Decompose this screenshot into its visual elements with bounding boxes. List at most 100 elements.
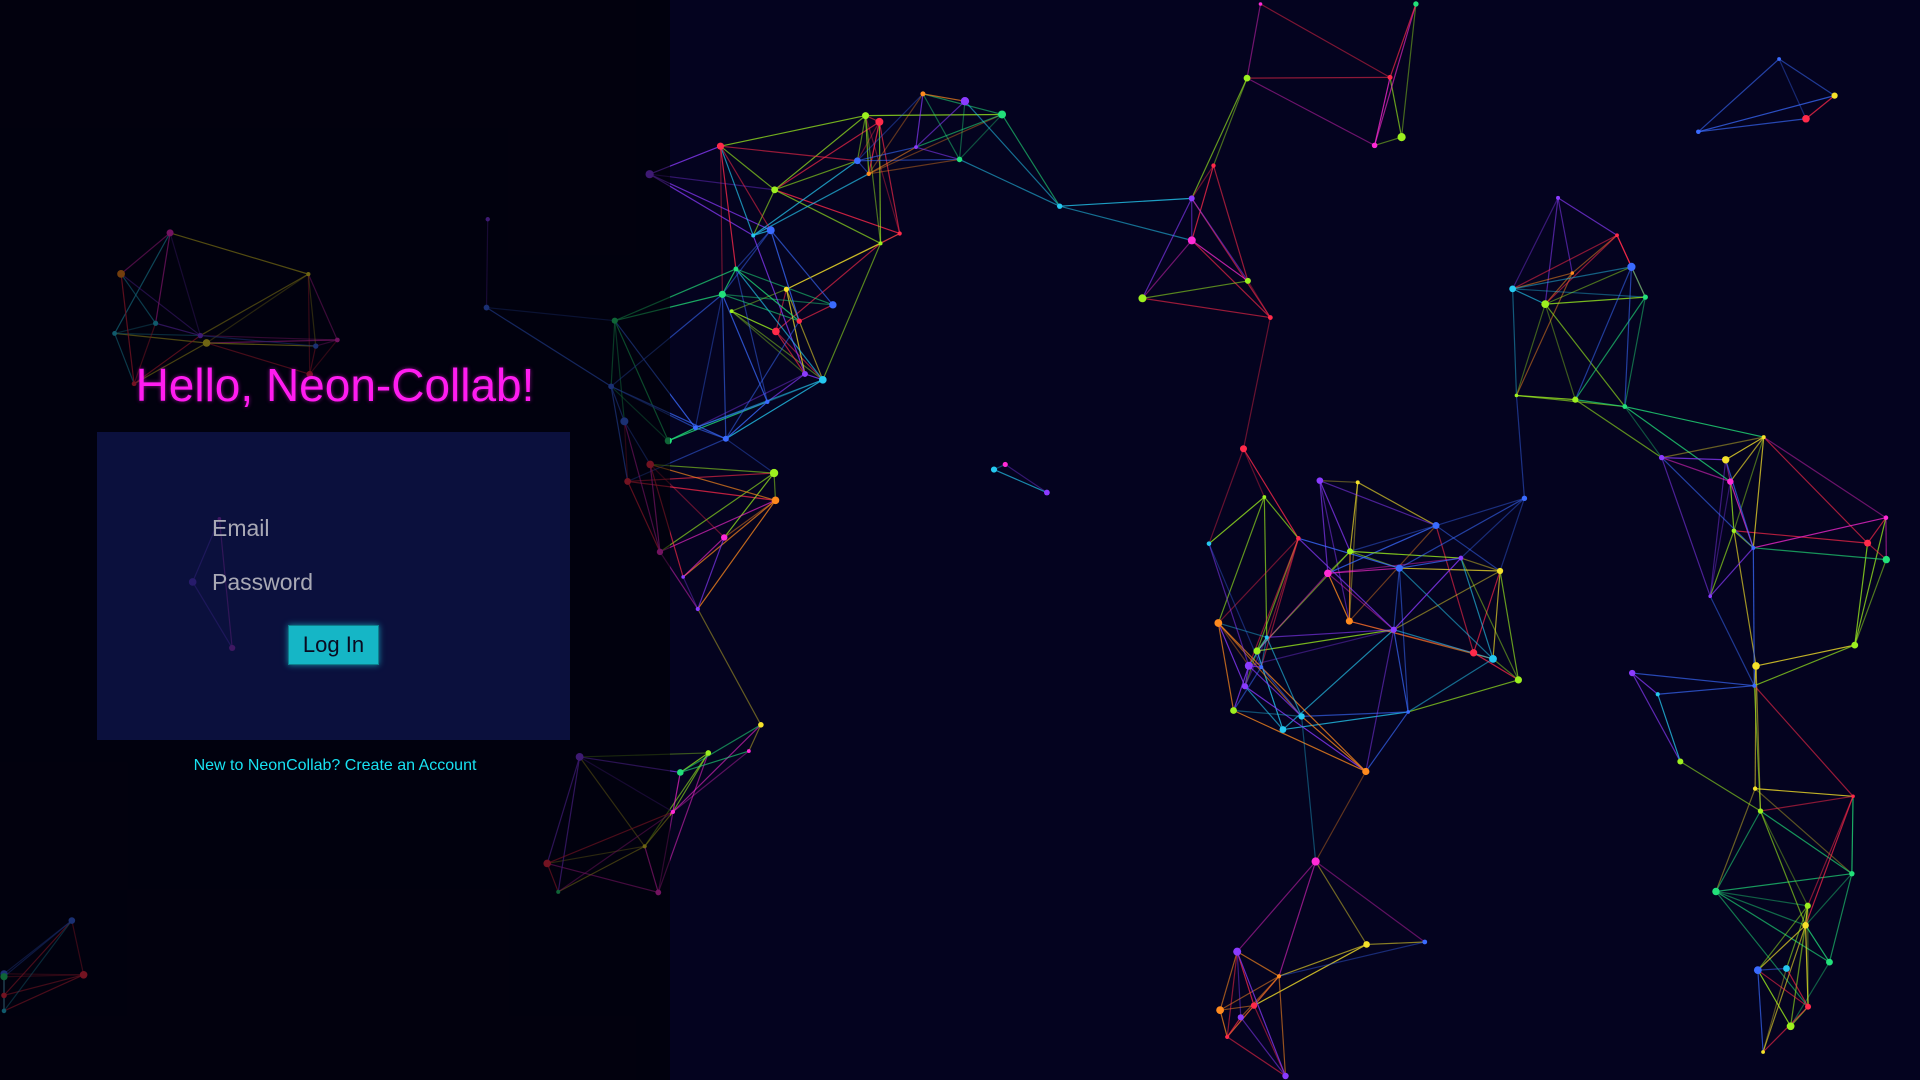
network-node: [1727, 478, 1734, 485]
network-link: [1374, 3, 1417, 146]
network-link: [857, 158, 960, 162]
login-form: Log In: [97, 432, 570, 740]
network-node: [920, 91, 926, 97]
network-link: [672, 750, 750, 813]
network-node: [1214, 619, 1223, 627]
network-node: [1362, 767, 1370, 776]
network-link: [1349, 524, 1437, 552]
network-node: [1752, 662, 1760, 670]
password-field[interactable]: [212, 565, 472, 599]
network-node: [1371, 142, 1378, 149]
network-link: [1398, 568, 1409, 712]
network-node: [769, 468, 779, 478]
network-link: [1348, 525, 1437, 622]
network-node: [1696, 129, 1701, 135]
network-link: [723, 499, 776, 538]
network-link: [1729, 436, 1765, 482]
network-node: [1496, 567, 1504, 575]
network-link: [1759, 810, 1807, 926]
network-node: [1655, 692, 1660, 697]
network-link: [1715, 890, 1808, 907]
network-link: [1760, 810, 1853, 875]
network-link: [1680, 761, 1761, 812]
network-link: [1790, 961, 1830, 1027]
network-node: [1225, 1034, 1230, 1040]
network-node: [1804, 902, 1811, 909]
network-node: [1138, 294, 1147, 303]
network-node: [1206, 541, 1212, 546]
network-link: [1327, 572, 1395, 631]
network-node: [1244, 277, 1251, 284]
network-link: [1657, 685, 1755, 695]
network-node: [1469, 649, 1478, 657]
network-node: [1298, 713, 1305, 720]
network-node: [1422, 939, 1428, 945]
network-link: [1657, 694, 1681, 762]
network-node: [1233, 947, 1242, 956]
network-link: [1191, 239, 1271, 318]
network-link: [1435, 497, 1525, 527]
network-link: [1754, 644, 1855, 687]
network-node: [1761, 435, 1766, 440]
network-link: [1624, 406, 1663, 458]
network-link: [1219, 1010, 1228, 1038]
network-link: [1407, 658, 1494, 713]
network-node: [1826, 958, 1833, 966]
network-link: [721, 294, 768, 403]
network-node: [1556, 195, 1561, 200]
network-node: [1413, 1, 1419, 7]
network-link: [770, 230, 800, 322]
network-link: [1407, 679, 1519, 713]
network-node: [819, 376, 827, 384]
login-page: Hello, Neon-Collab! Log In New to NeonCo…: [0, 0, 1920, 1080]
network-link: [1263, 496, 1299, 539]
page-title: Hello, Neon-Collab!: [135, 359, 535, 411]
network-node: [1276, 974, 1282, 979]
network-link: [1574, 399, 1662, 459]
network-node: [1831, 92, 1838, 99]
network-link: [1357, 481, 1437, 527]
network-link: [725, 438, 775, 474]
network-link: [774, 160, 858, 191]
network-node: [1851, 794, 1855, 799]
create-account-link[interactable]: New to NeonCollab? Create an Account: [0, 757, 670, 775]
network-link: [1208, 543, 1262, 668]
network-node: [1395, 564, 1403, 572]
login-button[interactable]: Log In: [288, 625, 379, 665]
network-link: [1191, 165, 1214, 199]
network-node: [670, 809, 676, 814]
network-link: [915, 113, 1003, 148]
network-link: [1867, 542, 1887, 561]
network-link: [1515, 395, 1526, 499]
network-link: [1557, 197, 1618, 236]
network-link: [1733, 530, 1757, 667]
network-link: [1278, 943, 1367, 977]
network-node: [1514, 393, 1519, 398]
network-node: [746, 749, 751, 753]
network-node: [1458, 555, 1464, 561]
network-link: [1753, 685, 1854, 797]
network-node: [1849, 870, 1855, 877]
network-link: [1851, 796, 1854, 874]
network-node: [1802, 922, 1809, 929]
network-link: [1807, 796, 1854, 907]
network-link: [1544, 234, 1618, 305]
network-link: [1248, 538, 1299, 666]
network-link: [1757, 970, 1764, 1053]
network-link: [1661, 436, 1764, 459]
network-link: [1435, 525, 1501, 572]
network-node: [722, 435, 729, 442]
network-link: [1492, 570, 1501, 659]
network-link: [1260, 666, 1303, 717]
network-link: [959, 114, 1003, 160]
network-link: [1854, 559, 1887, 646]
network-node: [1572, 396, 1579, 403]
network-node: [801, 370, 808, 377]
network-link: [766, 373, 806, 403]
network-node: [1752, 683, 1757, 688]
network-link: [964, 100, 1061, 207]
network-link: [725, 320, 800, 440]
email-field[interactable]: [212, 511, 472, 545]
network-node: [1056, 203, 1063, 209]
network-link: [668, 427, 696, 442]
